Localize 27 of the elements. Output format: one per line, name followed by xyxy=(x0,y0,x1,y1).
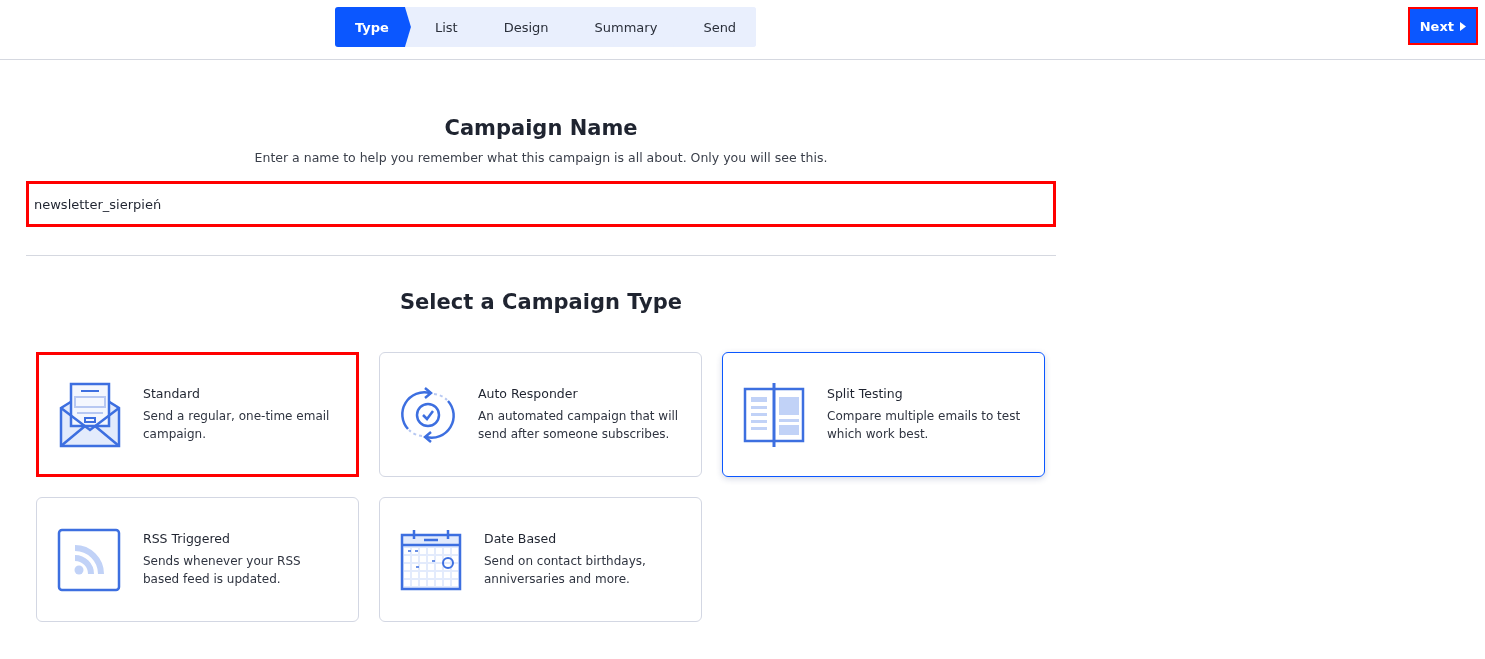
rss-icon xyxy=(57,527,121,592)
envelope-icon xyxy=(59,381,121,448)
card-title: Standard xyxy=(143,386,201,401)
refresh-check-icon xyxy=(400,384,456,445)
card-description: Compare multiple emails to test which work best. xyxy=(827,408,1022,443)
card-title: RSS Triggered xyxy=(143,531,231,546)
hint-text: Enter a name to help you remember what this campaign is all about. Only you will see this. xyxy=(253,150,829,165)
card-description: Sends whenever your RSS based feed is updated. xyxy=(143,553,302,588)
section-title: Campaign Name xyxy=(443,116,639,140)
split-page-icon xyxy=(743,382,805,447)
step-tab[interactable]: Type xyxy=(335,7,411,47)
section-title: Select a Campaign Type xyxy=(398,290,683,314)
card-title: Auto Responder xyxy=(478,386,579,401)
calendar-icon xyxy=(400,528,462,591)
card-description: Send a regular, one-time email campaign. xyxy=(143,408,331,443)
card-description: An automated campaign that will send after someone subscribes. xyxy=(478,408,680,443)
campaign-type-card[interactable]: Date Based Send on contact birthdays, anniversaries and more. xyxy=(379,497,702,622)
campaign-name-field[interactable]: newsletter_sierpień xyxy=(26,181,1056,227)
campaign-type-card[interactable]: Standard Send a regular, one-time email campaign. xyxy=(36,352,359,477)
campaign-type-card[interactable]: RSS Triggered Sends whenever your RSS based feed is updated. xyxy=(36,497,359,622)
card-title: Split Testing xyxy=(827,386,904,401)
card-title: Date Based xyxy=(484,531,558,546)
campaign-type-card[interactable]: Split Testing Compare multiple emails to test which work best. xyxy=(722,352,1045,477)
caret-icon xyxy=(1460,21,1466,31)
campaign-type-card[interactable]: Auto Responder An automated campaign that will send after someone subscribes. xyxy=(379,352,702,477)
next-button[interactable]: Next xyxy=(1407,7,1478,45)
card-description: Send on contact birthdays, anniversaries and more. xyxy=(484,553,647,588)
